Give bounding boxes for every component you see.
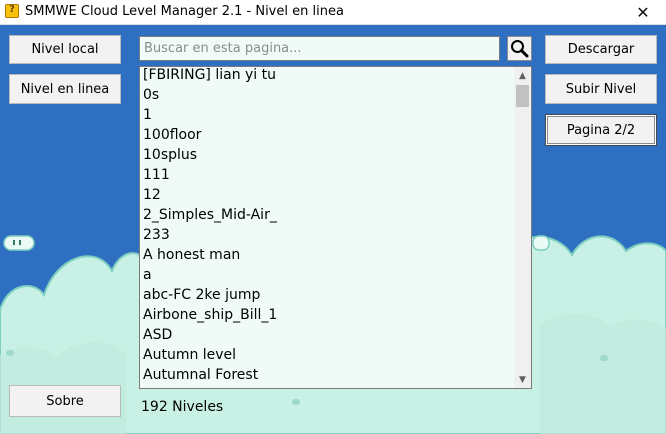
list-item[interactable]: A honest man	[140, 247, 513, 267]
scroll-up-icon[interactable]: ▲	[514, 67, 531, 84]
upload-level-button[interactable]: Subir Nivel	[545, 74, 657, 104]
vertical-scrollbar[interactable]: ▲ ▼	[514, 67, 531, 388]
list-item[interactable]: 233	[140, 227, 513, 247]
online-level-button[interactable]: Nivel en linea	[9, 74, 121, 104]
list-item[interactable]: 1	[140, 107, 513, 127]
list-item[interactable]: 111	[140, 167, 513, 187]
about-button[interactable]: Sobre	[9, 385, 121, 417]
list-item[interactable]: 12	[140, 187, 513, 207]
download-button[interactable]: Descargar	[545, 35, 657, 64]
local-level-button[interactable]: Nivel local	[9, 35, 121, 64]
magnifier-icon	[511, 40, 529, 58]
list-item[interactable]: [FBIRING] lian yi tu	[140, 67, 513, 87]
list-item[interactable]: Autumnal Forest	[140, 367, 513, 387]
app-icon	[5, 4, 19, 18]
main-panel: Nivel local Nivel en linea Sobre [FBIRIN…	[0, 25, 666, 434]
list-item[interactable]: Airbone_ship_Bill_1	[140, 307, 513, 327]
page-button[interactable]: Pagina 2/2	[545, 114, 657, 146]
scroll-thumb[interactable]	[516, 85, 529, 107]
list-item[interactable]: abc-FC 2ke jump	[140, 287, 513, 307]
list-item[interactable]: 10splus	[140, 147, 513, 167]
list-item[interactable]: ASD	[140, 327, 513, 347]
list-item[interactable]: 0s	[140, 87, 513, 107]
search-button[interactable]	[507, 36, 532, 61]
title-bar: SMMWE Cloud Level Manager 2.1 - Nivel en…	[0, 0, 666, 25]
scroll-down-icon[interactable]: ▼	[514, 371, 531, 388]
level-list[interactable]: [FBIRING] lian yi tu 0s 1 100floor 10spl…	[139, 66, 532, 389]
window-title: SMMWE Cloud Level Manager 2.1 - Nivel en…	[25, 4, 344, 19]
list-item[interactable]: a	[140, 267, 513, 287]
list-item[interactable]: 2_Simples_Mid-Air_	[140, 207, 513, 227]
level-list-items: [FBIRING] lian yi tu 0s 1 100floor 10spl…	[140, 67, 513, 387]
close-button[interactable]: ✕	[620, 0, 666, 24]
search-input[interactable]	[139, 36, 500, 61]
level-count: 192 Niveles	[141, 399, 224, 415]
list-item[interactable]: Autumn level	[140, 347, 513, 367]
list-item[interactable]: 100floor	[140, 127, 513, 147]
